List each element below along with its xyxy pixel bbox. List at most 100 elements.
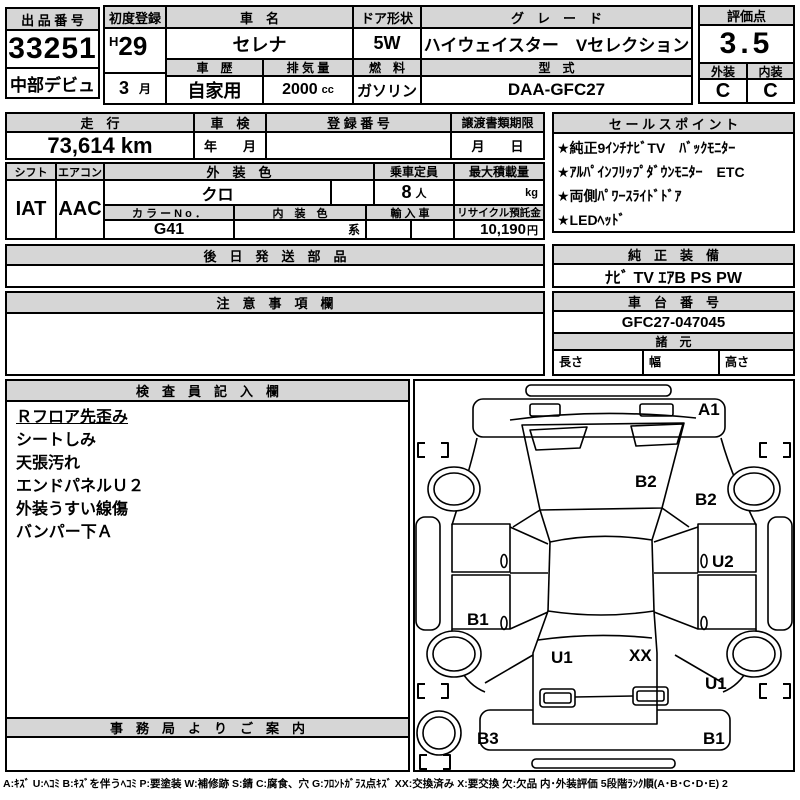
max-load-value: kg <box>453 179 545 206</box>
door-shape-header: ドア形状 <box>352 5 422 29</box>
rocker-strip-right <box>767 516 793 631</box>
interior-grade-value: C <box>746 78 795 104</box>
wheel-front-right-inner <box>733 472 775 506</box>
inspector-header: 検 査 員 記 入 欄 <box>7 381 408 402</box>
chassis-box: 車 台 番 号 GFC27-047045 諸 元 長さ 幅 高さ <box>552 291 795 376</box>
sales-points-header: セ ー ル ス ポ イ ン ト <box>554 114 793 134</box>
rocker-strip-left <box>415 516 441 631</box>
caution-header: 注 意 事 項 欄 <box>7 293 543 314</box>
damage-label-b1-door: B1 <box>467 610 489 629</box>
inspection-value: 年 月 <box>193 131 267 160</box>
damage-label-u1-tailgate: U1 <box>551 648 573 667</box>
damage-label-b2-hood: B2 <box>635 472 657 491</box>
grade-value: ハイウェイスター Vセレクション <box>420 27 693 60</box>
score-header: 評価点 <box>698 5 795 26</box>
first-registration-year: H29 年 <box>103 27 167 74</box>
first-registration-month: 3 月 <box>103 72 167 105</box>
spare-wheel-inner <box>422 716 456 750</box>
era-year: 29 <box>118 31 148 61</box>
transfer-docs-header: 譲渡書類期限 <box>450 112 545 133</box>
footer-legend: A:ｷｽﾞ U:ﾍｺﾐ B:ｷｽﾞを伴うﾍｺﾐ P:要塗装 W:補修跡 S:錆 … <box>3 778 728 790</box>
caution-box: 注 意 事 項 欄 <box>5 291 545 376</box>
rear-bumper-lip <box>531 758 676 769</box>
transfer-docs-value: 月 日 <box>450 131 545 160</box>
recycle-number: 10,190 <box>480 221 526 238</box>
inspector-note: 天張汚れ <box>16 455 81 472</box>
car-name-value: セレナ <box>165 27 354 60</box>
door-handle-rear-left <box>500 615 508 631</box>
mileage-header: 走 行 <box>5 112 195 133</box>
mileage-value: 73,614 km <box>5 131 195 160</box>
door-handle-rear-right <box>700 615 708 631</box>
b-pillar-right <box>653 526 699 543</box>
wiper-left <box>529 426 588 451</box>
car-damage-diagram: A1 B2 B2 U2 B1 U1 XX U1 B3 B1 <box>413 379 795 772</box>
specs-header: 諸 元 <box>554 334 793 351</box>
damage-label-xx-tailgate: XX <box>629 646 652 665</box>
model-code-value: DAA-GFC27 <box>420 75 693 105</box>
spec-length-cell: 長さ <box>554 351 644 374</box>
import-car-cell-right <box>410 219 455 240</box>
exterior-color-value: クロ <box>103 179 332 206</box>
auction-sheet: { "top": { "lot": { "label": "出 品 番 号", … <box>0 0 800 800</box>
front-panel <box>472 398 726 438</box>
sales-points-list: ★純正9ｲﾝﾁﾅﾋﾞTV ﾊﾞｯｸﾓﾆﾀｰ ★ｱﾙﾊﾟｲﾝﾌﾘｯﾌﾟﾀﾞｳﾝﾓﾆ… <box>554 134 793 231</box>
recycle-deposit-value: 10,190 円 <box>453 219 545 240</box>
damage-label-a1: A1 <box>698 400 720 419</box>
grade-header: グ レ ー ド <box>420 5 693 29</box>
inspector-box: 検 査 員 記 入 欄 Ｒフロア先歪み シートしみ 天張汚れ エンドパネルＵ２ … <box>5 379 410 719</box>
wheel-rear-right-inner <box>732 636 776 672</box>
lot-number-value: 33251 <box>5 29 100 69</box>
equipment-value: ﾅﾋﾞ TV ｴｱB PS PW <box>605 269 742 287</box>
wiper-right <box>630 423 684 447</box>
inspector-note: エンドパネルＵ２ <box>16 478 145 495</box>
office-header: 事 務 局 よ り ご 案 内 <box>7 719 408 738</box>
lot-number-header: 出 品 番 号 <box>5 7 100 31</box>
spec-height-cell: 高さ <box>725 355 750 369</box>
exterior-grade-value: C <box>698 78 748 104</box>
car-history-value: 自家用 <box>165 75 264 105</box>
month-value: 3 <box>118 78 129 98</box>
car-name-header: 車 名 <box>165 5 354 29</box>
windshield <box>521 422 685 511</box>
inspector-note: バンパー下Ａ <box>16 524 113 541</box>
equipment-box: 純 正 装 備 ﾅﾋﾞ TV ｴｱB PS PW <box>552 244 795 288</box>
spec-width-cell: 幅 <box>644 351 720 374</box>
wheel-rear-left-inner <box>432 636 476 672</box>
specs-row: 長さ 幅 高さ <box>554 351 793 374</box>
sales-points-box: セ ー ル ス ポ イ ン ト ★純正9ｲﾝﾁﾅﾋﾞTV ﾊﾞｯｸﾓﾆﾀｰ ★ｱ… <box>552 112 795 233</box>
auction-venue: 中部デビュ <box>5 67 100 99</box>
office-box: 事 務 局 よ り ご 案 内 <box>5 717 410 772</box>
recycle-unit: 円 <box>527 224 538 237</box>
b-pillar-left <box>509 526 549 545</box>
capacity-unit: 人 <box>415 187 427 200</box>
shift-value: IAT <box>5 179 57 240</box>
sales-point: ★純正9ｲﾝﾁﾅﾋﾞTV ﾊﾞｯｸﾓﾆﾀｰ <box>557 140 736 156</box>
color-no-value: G41 <box>103 219 235 240</box>
wheel-front-left-inner <box>433 472 475 506</box>
door-handle-front-left <box>500 553 508 569</box>
later-parts-box: 後 日 発 送 部 品 <box>5 244 545 288</box>
a-pillar-left <box>512 509 541 528</box>
equipment-header: 純 正 装 備 <box>554 246 793 265</box>
aircon-value: AAC <box>55 179 105 240</box>
displacement-number: 2000 <box>282 81 318 98</box>
inspection-header: 車 検 <box>193 112 267 133</box>
damage-label-u1-quarter: U1 <box>705 674 727 693</box>
damage-label-b3-bumper: B3 <box>477 729 499 748</box>
era-prefix: H <box>109 34 119 49</box>
sales-point: ★両側ﾊﾟﾜｰｽﾗｲﾄﾞﾄﾞｱ <box>557 188 682 204</box>
later-parts-body <box>7 266 543 286</box>
a-pillar-right <box>661 507 690 528</box>
c-pillar-right <box>653 611 699 630</box>
roof-side-left <box>547 541 551 612</box>
registration-number-value <box>265 131 452 160</box>
front-bumper-bar <box>525 384 672 397</box>
damage-label-b1-bumper: B1 <box>703 729 725 748</box>
capacity-number: 8 <box>401 182 412 202</box>
damage-label-b2-fender: B2 <box>695 490 717 509</box>
headlight-left <box>529 403 561 417</box>
door-shape-value: 5W <box>352 27 422 60</box>
displacement-unit: cc <box>321 84 334 96</box>
interior-color-value: 系 <box>233 219 367 240</box>
